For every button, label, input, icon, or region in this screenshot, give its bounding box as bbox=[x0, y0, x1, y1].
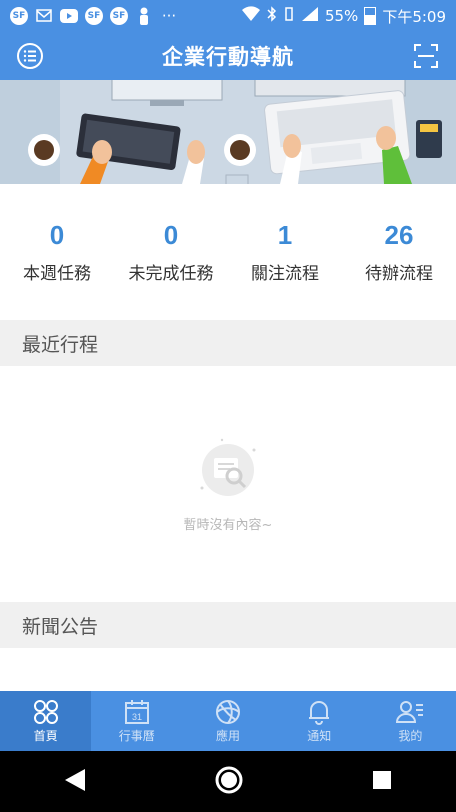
tab-profile[interactable]: 我的 bbox=[365, 691, 456, 751]
sf-notification-icon: SF bbox=[10, 7, 28, 25]
message-icon bbox=[35, 7, 53, 25]
vibrate-icon bbox=[283, 6, 295, 26]
recent-schedule-empty: 暫時沒有內容~ bbox=[0, 366, 456, 602]
tab-label: 應用 bbox=[216, 728, 241, 743]
signal-icon bbox=[301, 6, 319, 26]
stat-label: 關注流程 bbox=[251, 264, 319, 284]
stat-value: 0 bbox=[163, 220, 179, 250]
bell-icon bbox=[309, 700, 330, 725]
bottom-nav: 首頁 31 行事曆 應用 通知 我的 bbox=[0, 691, 456, 751]
tab-label: 通知 bbox=[307, 728, 332, 743]
tab-home[interactable]: 首頁 bbox=[0, 691, 92, 751]
battery-icon bbox=[364, 7, 377, 25]
system-nav-bar bbox=[0, 751, 456, 812]
tab-label: 我的 bbox=[398, 728, 423, 743]
home-icon bbox=[33, 699, 58, 724]
stat-value: 26 bbox=[384, 220, 414, 250]
news-list bbox=[0, 648, 456, 691]
recent-schedule-header: 最近行程 bbox=[0, 320, 456, 366]
battery-percent: 55% bbox=[324, 7, 359, 25]
status-bar: SF SF SF ··· 55% 下午5:09 bbox=[0, 0, 456, 32]
news-header: 新聞公告 bbox=[0, 602, 456, 648]
youtube-icon bbox=[60, 7, 78, 25]
stat-label: 待辦流程 bbox=[365, 264, 433, 284]
recents-icon[interactable] bbox=[371, 769, 393, 795]
tab-apps[interactable]: 應用 bbox=[182, 691, 273, 751]
apps-icon bbox=[216, 699, 240, 724]
tab-label: 首頁 bbox=[33, 728, 58, 743]
stat-weekly-tasks[interactable]: 0 本週任務 bbox=[0, 184, 114, 320]
stat-label: 未完成任務 bbox=[128, 264, 214, 284]
empty-message: 暫時沒有內容~ bbox=[183, 517, 273, 533]
svg-text:31: 31 bbox=[132, 712, 142, 722]
tab-calendar[interactable]: 31 行事曆 bbox=[91, 691, 182, 751]
menu-list-icon[interactable] bbox=[14, 40, 46, 72]
app-bar: 企業行動導航 bbox=[0, 32, 456, 80]
stat-value: 0 bbox=[49, 220, 65, 250]
bluetooth-icon bbox=[267, 6, 277, 26]
stats-row: 0 本週任務 0 未完成任務 1 關注流程 26 待辦流程 bbox=[0, 184, 456, 320]
stat-label: 本週任務 bbox=[23, 264, 91, 284]
sf-notification-icon: SF bbox=[85, 7, 103, 25]
sf-notification-icon: SF bbox=[110, 7, 128, 25]
profile-icon bbox=[396, 700, 424, 723]
back-icon[interactable] bbox=[63, 767, 87, 797]
stat-followed-processes[interactable]: 1 關注流程 bbox=[228, 184, 342, 320]
tab-label: 行事曆 bbox=[118, 728, 155, 743]
stat-pending-processes[interactable]: 26 待辦流程 bbox=[342, 184, 456, 320]
tab-notifications[interactable]: 通知 bbox=[274, 691, 365, 751]
clock: 下午5:09 bbox=[382, 7, 446, 26]
scan-icon[interactable] bbox=[410, 40, 442, 72]
stat-value: 1 bbox=[277, 220, 293, 250]
home-button-icon[interactable] bbox=[214, 765, 244, 799]
empty-content-icon bbox=[192, 436, 264, 506]
page-title: 企業行動導航 bbox=[162, 45, 294, 69]
hero-banner bbox=[0, 80, 456, 184]
stat-incomplete-tasks[interactable]: 0 未完成任務 bbox=[114, 184, 228, 320]
person-icon bbox=[135, 7, 153, 25]
calendar-icon: 31 bbox=[124, 699, 149, 724]
more-notifications-icon: ··· bbox=[161, 7, 177, 25]
wifi-icon bbox=[241, 6, 261, 26]
